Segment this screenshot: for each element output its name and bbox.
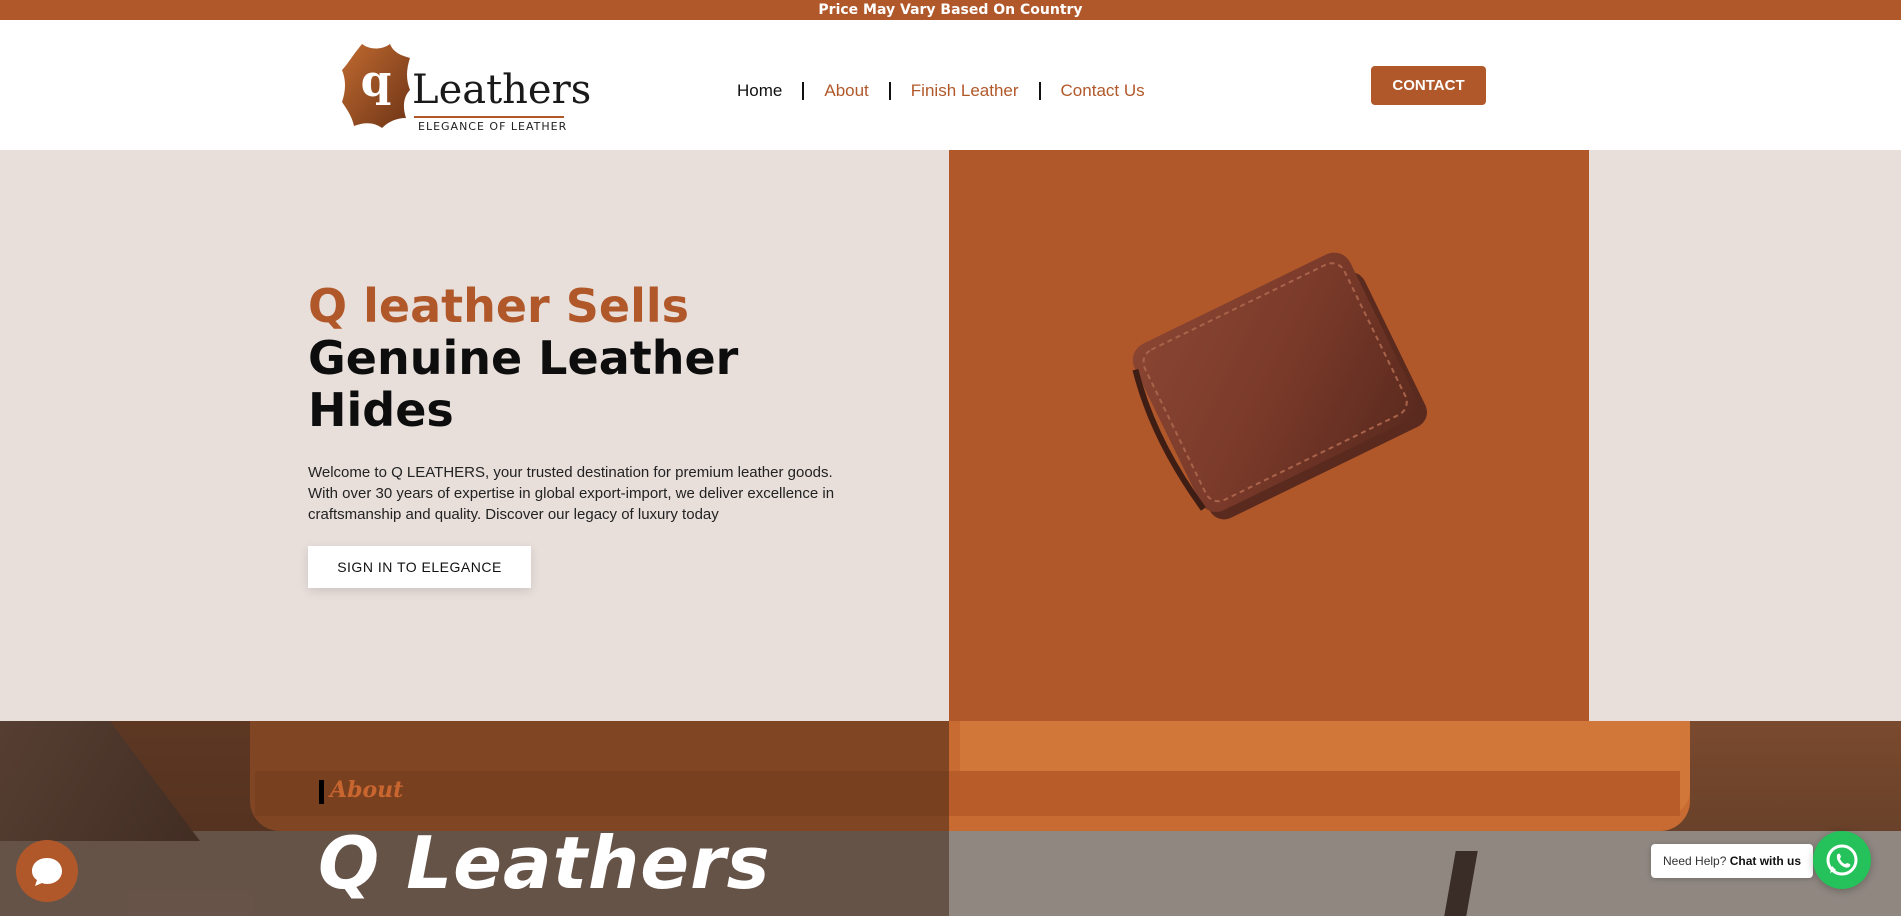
whatsapp-button[interactable] [1813, 831, 1871, 889]
contact-button[interactable]: CONTACT [1371, 66, 1486, 105]
chat-bubble-icon [32, 858, 62, 886]
hero-title: Q leather Sells Genuine Leather Hides [308, 280, 738, 436]
announcement-text: Price May Vary Based On Country [818, 2, 1083, 18]
nav-separator [1038, 82, 1041, 100]
logo-divider [414, 116, 564, 118]
nav-separator [888, 82, 891, 100]
hero-image-panel [949, 150, 1589, 721]
about-label: About [330, 777, 404, 803]
wallet-image [1132, 252, 1427, 520]
site-header: q Leathers ELEGANCE OF LEATHER Home Abou… [0, 20, 1901, 150]
site-logo[interactable]: q Leathers ELEGANCE OF LEATHER [340, 40, 591, 140]
announcement-bar: Price May Vary Based On Country [0, 0, 1901, 20]
main-nav: Home About Finish Leather Contact Us [737, 76, 1145, 106]
help-text: Need Help? [1663, 854, 1727, 868]
nav-item-finish-leather[interactable]: Finish Leather [911, 81, 1019, 101]
nav-separator [802, 82, 805, 100]
whatsapp-icon [1826, 844, 1858, 876]
logo-letter: q [361, 56, 392, 107]
logo-name: Leathers [412, 67, 592, 113]
hero-description: Welcome to Q LEATHERS, your trusted dest… [308, 464, 835, 523]
whatsapp-help-label[interactable]: Need Help? Chat with us [1651, 844, 1814, 878]
hero-section: Q leather Sells Genuine Leather Hides We… [0, 150, 1901, 721]
hero-title-accent: Q leather Sells [308, 279, 690, 333]
logo-tagline: ELEGANCE OF LEATHER [418, 120, 568, 133]
hero-title-line2: Genuine Leather [308, 331, 739, 385]
nav-item-home[interactable]: Home [737, 81, 782, 101]
nav-item-about[interactable]: About [824, 81, 868, 101]
chat-launcher-button[interactable] [16, 840, 78, 902]
hero-title-line3: Hides [308, 383, 454, 437]
help-strong-text: Chat with us [1729, 854, 1802, 868]
sign-in-button[interactable]: SIGN IN TO ELEGANCE [308, 546, 531, 588]
about-accent-bar [319, 780, 324, 804]
leather-hide-logo-icon: q [342, 44, 410, 128]
about-section: About Q Leathers [0, 721, 1901, 916]
nav-item-contact-us[interactable]: Contact Us [1061, 81, 1145, 101]
about-title: Q Leathers [318, 821, 771, 905]
